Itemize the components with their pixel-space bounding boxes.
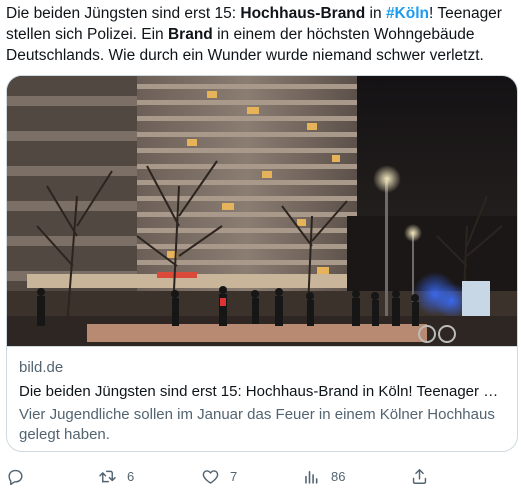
reply-icon [8,469,23,485]
tweet-bold-hochhaus-brand: Hochhaus-Brand [240,5,366,22]
retweet-button[interactable]: 6 [98,464,134,488]
tweet-bold-brand: Brand [167,26,213,43]
like-button[interactable]: 7 [201,464,237,488]
tweet-actions-bar: 6 7 86 [0,460,521,490]
analytics-icon [305,470,318,484]
heart-icon [202,469,219,484]
tweet-text-part: in [365,5,386,22]
views-count: 86 [331,468,346,484]
share-icon [412,468,427,484]
reply-button[interactable] [6,464,35,488]
card-title: Die beiden Jüngsten sind erst 15: Hochha… [19,383,505,400]
article-image [7,76,517,346]
tweet-text: Die beiden Jüngsten sind erst 15: Hochha… [6,3,516,66]
like-count: 7 [230,468,238,484]
hashtag-koeln-link[interactable]: #Köln [386,5,429,22]
share-button[interactable] [410,464,429,488]
card-description: Vier Jugendliche sollen im Januar das Fe… [19,406,495,443]
card-meta: bild.de Die beiden Jüngsten sind erst 15… [7,346,517,451]
tweet-text-part: Die beiden Jüngsten sind erst 15: [6,5,241,22]
link-preview-card[interactable]: bild.de Die beiden Jüngsten sind erst 15… [6,75,518,452]
retweet-count: 6 [127,468,135,484]
card-domain: bild.de [19,359,64,376]
retweet-icon [99,470,116,483]
views-button[interactable]: 86 [302,464,345,488]
